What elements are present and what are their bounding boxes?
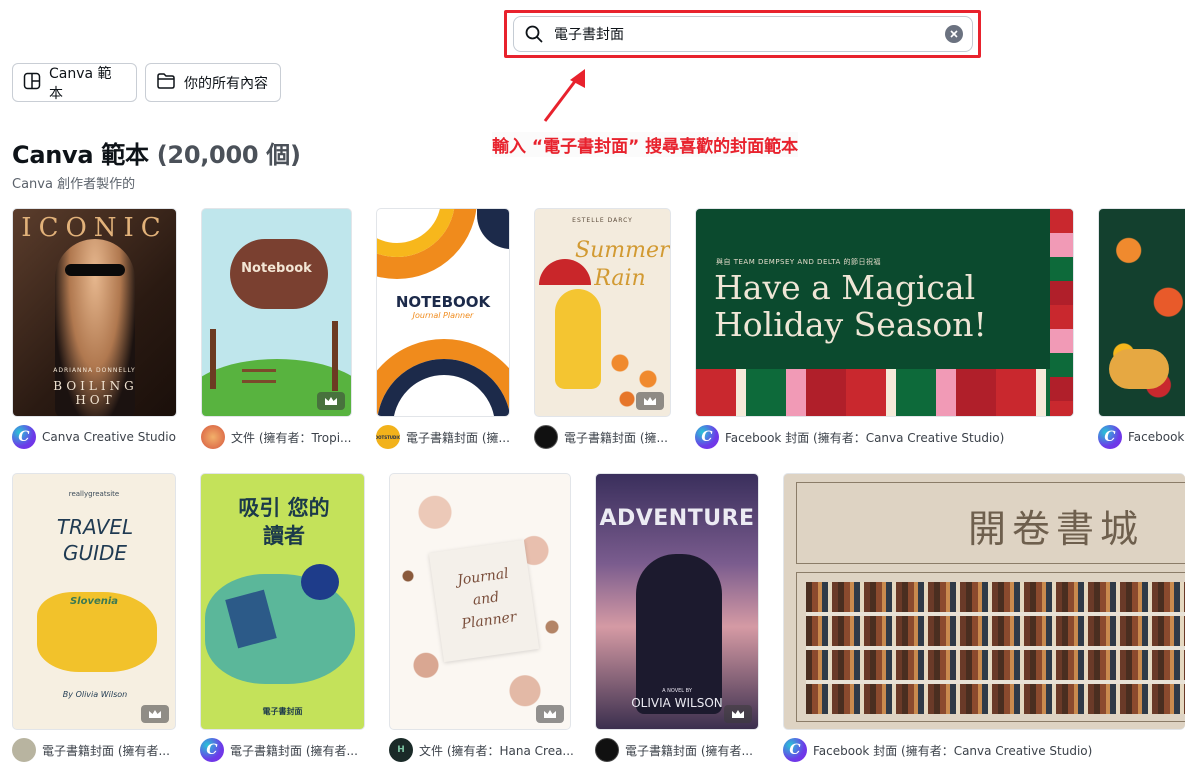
page-subtitle: Canva 創作者製作的 [12,177,136,192]
card-subtitle-text: BOILING HOT [53,379,138,407]
creator-avatar [534,425,558,449]
fence-shape [242,369,276,383]
caption-text: Canva Creative Studio [42,430,176,444]
creator-avatar [201,425,225,449]
template-card-floral[interactable] [1098,208,1185,417]
card-title-text: ADVENTURE [599,506,755,531]
caption-text: 電子書籍封面 (擁有者... [42,743,170,758]
card-small-text: A NOVEL BY [662,688,692,694]
template-card-notebook-journal[interactable]: NOTEBOOK Journal Planner [376,208,510,417]
template-card-bookstore[interactable]: 開卷書城 [783,473,1185,730]
card-title-text: NOTEBOOK [395,293,491,311]
caption-text: Facebook 封面 (擁有者：Canva Creative Studio) [813,743,1093,758]
canva-avatar: C [695,425,719,449]
raincoat-figure [555,289,601,389]
card-caption[interactable]: 電子書籍封面 (擁有者... [595,738,760,762]
template-card-journal-planner[interactable]: Journal and Planner [389,473,571,730]
sunglasses-shape [65,264,125,276]
card-caption[interactable]: C Canva Creative Studio [12,425,182,449]
map-label: Slovenia [69,596,119,607]
canva-avatar: C [783,738,807,762]
canva-avatar: C [12,425,36,449]
creator-avatar: DOTSTUDIO [376,425,400,449]
page-title-label: Canva 範本 [12,141,149,169]
card-title-text: Notebook [241,261,312,276]
card-small-text: reallygreatsite [68,490,120,498]
card-author-text: By Olivia Wilson [62,690,128,699]
tree-right-shape [332,321,338,391]
caption-text: 電子書籍封面 (擁... [406,430,510,445]
card-caption[interactable]: C Facebook [1098,425,1185,449]
premium-crown-icon [536,705,564,723]
card-caption[interactable]: DOTSTUDIO 電子書籍封面 (擁... [376,425,516,449]
caption-text: 文件 (擁有者：Hana Crea... [419,743,574,758]
card-title-text: ICONIC [21,213,168,243]
folder-icon [156,72,176,94]
template-card-attract-readers[interactable]: 吸引 您的讀者 電子書封面 [200,473,365,730]
filter-all-content-button[interactable]: 你的所有內容 [145,63,281,102]
canva-avatar: C [200,738,224,762]
card-title-text: Have a Magical Holiday Season! [714,268,987,344]
pattern-bottom-strip [696,369,1050,416]
card-caption[interactable]: C 電子書籍封面 (擁有者... [200,738,372,762]
page-title: Canva 範本 (20,000 個) [12,135,301,170]
template-card-summer-rain[interactable]: ESTELLE DARCY Summer Rain [534,208,671,417]
card-small-text: 與自 TEAM DEMPSEY AND DELTA 的節日祝福 [716,258,882,266]
card-author-text: ADRIANNA DONNELLY [53,367,136,374]
template-card-notebook[interactable]: Notebook [201,208,352,417]
annotation-text: 輸入 “電子書封面” 搜尋喜歡的封面範本 [492,132,799,157]
card-caption[interactable]: 電子書籍封面 (擁有者... [12,738,182,762]
navy-corner-shape [477,209,509,249]
card-title-text: Journal and Planner [456,565,518,633]
creator-avatar [595,738,619,762]
search-input[interactable] [554,26,945,42]
creator-avatar: H [389,738,413,762]
card-title-text: 吸引 您的讀者 [238,496,330,548]
premium-crown-icon [141,705,169,723]
premium-crown-icon [724,705,752,723]
canva-avatar: C [1098,425,1122,449]
caption-text: 電子書籍封面 (擁有者... [625,743,753,758]
template-card-holiday[interactable]: 與自 TEAM DEMPSEY AND DELTA 的節日祝福 Have a M… [695,208,1074,417]
tree-left-shape [210,329,216,389]
shelf-lines [806,582,1185,714]
filter-label: 你的所有內容 [184,75,268,92]
filter-canva-templates-button[interactable]: Canva 範本 [12,63,137,102]
hair-shape [301,564,339,600]
filter-label: Canva 範本 [49,65,112,102]
card-caption[interactable]: 文件 (擁有者：Tropi... [201,425,356,449]
annotation-arrow-icon [543,69,585,122]
search-icon [514,25,554,43]
card-caption[interactable]: C Facebook 封面 (擁有者：Canva Creative Studio… [783,738,1183,762]
premium-crown-icon [317,392,345,410]
card-subtitle-text: 電子書封面 [262,707,303,716]
card-author-text: ESTELLE DARCY [572,217,633,224]
clear-search-icon[interactable] [945,25,963,43]
caption-text: 電子書籍封面 (擁... [564,430,668,445]
template-card-iconic[interactable]: ICONIC ADRIANNA DONNELLY BOILING HOT [12,208,177,417]
deer-shape [1109,349,1169,389]
caption-text: 文件 (擁有者：Tropi... [231,430,352,445]
creator-avatar [12,738,36,762]
pattern-right-strip [1050,209,1073,416]
template-card-adventure[interactable]: ADVENTURE A NOVEL BY OLIVIA WILSON [595,473,759,730]
card-caption[interactable]: C Facebook 封面 (擁有者：Canva Creative Studio… [695,425,1085,449]
caption-text: Facebook 封面 (擁有者：Canva Creative Studio) [725,430,1005,445]
premium-crown-icon [636,392,664,410]
caption-text: Facebook [1128,430,1185,444]
card-caption[interactable]: 電子書籍封面 (擁... [534,425,674,449]
card-title-text: TRAVEL GUIDE [56,515,134,565]
card-caption[interactable]: H 文件 (擁有者：Hana Crea... [389,738,579,762]
template-count: (20,000 個) [156,141,301,169]
caption-text: 電子書籍封面 (擁有者... [230,743,358,758]
card-subtitle-text: Journal Planner [412,311,474,320]
card-title-text: 開卷書城 [968,507,1145,551]
search-bar[interactable] [513,16,973,52]
template-icon [23,72,41,94]
template-card-travel-guide[interactable]: reallygreatsite TRAVEL GUIDE Slovenia By… [12,473,176,730]
